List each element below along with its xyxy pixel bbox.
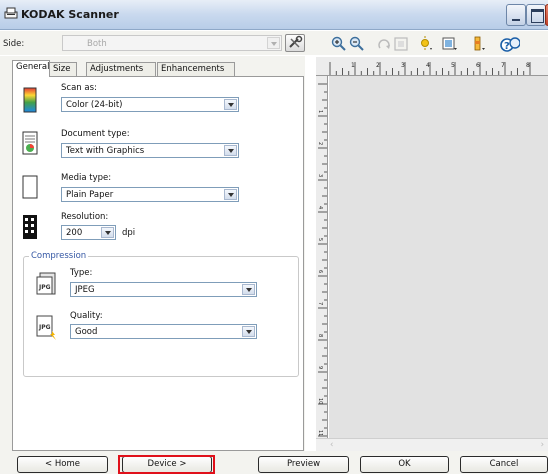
scan-as-label: Scan as:: [61, 83, 97, 93]
window-title: KODAK Scanner: [21, 8, 119, 21]
resolution-label: Resolution:: [61, 212, 109, 222]
preview-area[interactable]: [329, 76, 548, 438]
scan-as-select[interactable]: Color (24-bit): [61, 97, 239, 112]
tab-general[interactable]: General: [12, 60, 50, 77]
ruler-left: 1 2 3 4 5 6 7 8 9 10 11: [316, 76, 328, 438]
compression-group: Compression JPG Type: JPEG JPG Quality: …: [23, 251, 299, 377]
document-type-select[interactable]: Text with Graphics: [61, 143, 239, 158]
scroll-left-icon[interactable]: ‹: [330, 440, 333, 450]
ruler-top-label: 1: [351, 62, 355, 69]
side-options-button[interactable]: [285, 34, 305, 52]
quality-select[interactable]: Good: [70, 324, 257, 339]
resolution-select[interactable]: 200: [61, 225, 116, 240]
compression-type-value: JPEG: [75, 285, 95, 295]
chevron-down-icon: [242, 284, 255, 295]
tools-icon: [289, 35, 303, 48]
crop-preview-icon[interactable]: [442, 36, 458, 52]
ruler-top-label: 8: [526, 62, 530, 69]
scan-as-value: Color (24-bit): [66, 100, 123, 110]
chevron-down-icon: [101, 227, 114, 238]
ruler-left-label: 2: [317, 142, 323, 145]
ruler-left-label: 10: [317, 398, 323, 404]
ruler-top-marks: 1 2 3 4 5 6 7 8: [329, 62, 531, 75]
compression-type-select[interactable]: JPEG: [70, 282, 257, 297]
color-icon[interactable]: [471, 36, 487, 52]
resolution-unit: dpi: [122, 228, 136, 238]
ruler-left-marks: 1 2 3 4 5 6 7 8 9 10 11: [317, 83, 327, 437]
ruler-left-label: 1: [317, 110, 323, 113]
ruler-left-label: 4: [317, 206, 323, 209]
media-type-icon: [22, 175, 38, 199]
settings-panel: General Size Adjustments Enhancements Sc…: [0, 56, 305, 451]
quality-label: Quality:: [70, 311, 103, 321]
document-type-icon: [22, 131, 38, 155]
chevron-down-icon: [242, 326, 255, 337]
ruler-left-label: 5: [317, 238, 323, 241]
fit-page-icon[interactable]: [393, 36, 409, 52]
device-button[interactable]: Device >: [122, 456, 212, 473]
svg-text:JPG: JPG: [38, 324, 51, 331]
compression-title: Compression: [29, 251, 89, 261]
side-value: Both: [87, 39, 107, 49]
ruler-left-label: 3: [317, 174, 323, 177]
chevron-down-icon: [224, 145, 237, 156]
tab-adjustments[interactable]: Adjustments: [86, 62, 156, 76]
tab-enhancements[interactable]: Enhancements: [157, 62, 235, 76]
toolbar: Side: Both ?: [0, 31, 548, 55]
svg-text:?: ?: [504, 41, 510, 52]
ruler-left-label: 6: [317, 270, 323, 273]
ruler-top: 1 2 3 4 5 6 7 8: [316, 57, 548, 76]
title-bar: KODAK Scanner: [0, 0, 548, 30]
quality-value: Good: [75, 327, 98, 337]
bottom-button-bar: < Home Device > Preview OK Cancel: [0, 451, 548, 474]
maximize-button[interactable]: [526, 4, 546, 26]
ruler-top-label: 5: [451, 62, 455, 69]
ruler-left-label: 11: [317, 430, 323, 436]
side-select[interactable]: Both: [62, 35, 282, 51]
chevron-down-icon: [224, 99, 237, 110]
ok-button[interactable]: OK: [360, 456, 449, 473]
media-type-label: Media type:: [61, 173, 112, 183]
resolution-value: 200: [66, 228, 83, 238]
media-type-value: Plain Paper: [66, 190, 114, 200]
minimize-button[interactable]: [506, 4, 526, 26]
resolution-icon: [23, 215, 37, 239]
home-button[interactable]: < Home: [17, 456, 108, 473]
jpeg-type-icon: JPG: [36, 272, 56, 295]
ruler-left-label: 7: [317, 302, 323, 305]
jpeg-quality-icon: JPG: [36, 315, 56, 340]
media-type-select[interactable]: Plain Paper: [61, 187, 239, 202]
preview-button[interactable]: Preview: [258, 456, 349, 473]
scroll-right-icon[interactable]: ›: [541, 440, 544, 450]
scanner-app-icon: [4, 7, 18, 19]
zoom-in-icon[interactable]: [331, 36, 347, 52]
rotate-icon[interactable]: [376, 36, 392, 52]
cancel-button[interactable]: Cancel: [460, 456, 548, 473]
zoom-out-icon[interactable]: [349, 36, 365, 52]
tab-size[interactable]: Size: [49, 62, 77, 76]
ruler-left-label: 9: [317, 366, 323, 369]
color-scan-icon: [23, 87, 37, 113]
compression-type-label: Type:: [70, 268, 93, 278]
ruler-top-label: 7: [501, 62, 505, 69]
ruler-top-label: 3: [401, 62, 405, 69]
ruler-left-label: 8: [317, 334, 323, 337]
chevron-down-icon: [267, 37, 280, 49]
brightness-icon[interactable]: [418, 36, 434, 52]
ruler-top-label: 2: [376, 62, 380, 69]
document-type-label: Document type:: [61, 129, 130, 139]
general-tab-page: Scan as: Color (24-bit) Document type: T…: [12, 76, 304, 451]
chevron-down-icon: [224, 189, 237, 200]
ruler-top-label: 6: [476, 62, 480, 69]
document-type-value: Text with Graphics: [66, 146, 145, 156]
ruler-top-label: 4: [426, 62, 430, 69]
help-icon[interactable]: ?: [500, 35, 520, 53]
svg-text:JPG: JPG: [38, 284, 51, 291]
preview-horizontal-scrollbar[interactable]: ‹ ›: [316, 438, 548, 451]
side-label: Side:: [3, 39, 25, 49]
